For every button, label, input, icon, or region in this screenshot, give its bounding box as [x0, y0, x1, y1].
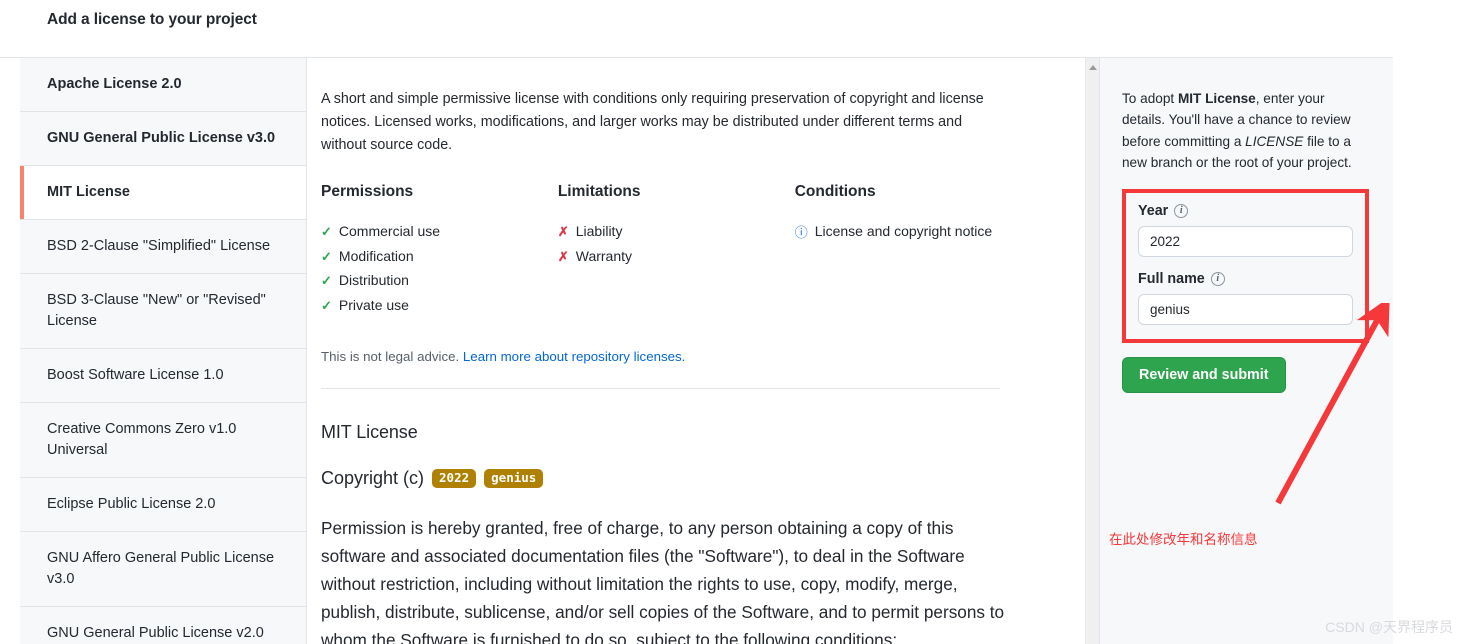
year-input[interactable] [1138, 225, 1353, 257]
name-token-chip: genius [484, 468, 544, 489]
permission-row: ✓ Private use [321, 293, 558, 317]
check-icon: ✓ [321, 297, 332, 313]
license-feature-grid: Permissions ✓ Commercial use ✓ Modificat… [321, 183, 1071, 316]
sidebar-item-gnu-agpl-v3[interactable]: GNU Affero General Public License v3.0 [20, 532, 306, 608]
check-icon: ✓ [321, 248, 332, 264]
sidebar-item-boost-software-license[interactable]: Boost Software License 1.0 [20, 349, 306, 404]
license-summary: A short and simple permissive license wi… [321, 91, 984, 154]
annotation-label: 在此处修改年和名称信息 [1109, 532, 1258, 547]
copyright-line: Copyright (c) 2022 genius [321, 468, 1011, 489]
cross-icon: ✗ [557, 224, 569, 240]
permission-row: ✓ Commercial use [321, 219, 558, 243]
limitation-row: ✗ Liability [558, 219, 795, 243]
limitation-label: Warranty [575, 247, 633, 264]
sidebar-item-mit-license[interactable]: MIT License [20, 166, 306, 221]
limitations-column: Limitations ✗ Liability ✗ Warranty [558, 183, 795, 316]
license-item-label: BSD 2-Clause "Simplified" License [47, 238, 271, 255]
sidebar-item-bsd-2-clause[interactable]: BSD 2-Clause "Simplified" License [20, 220, 306, 275]
fullname-field-label: Full name i [1138, 271, 1353, 287]
permission-label: Private use [338, 296, 409, 313]
page-header: Add a license to your project [0, 0, 1393, 58]
sidebar-item-gnu-gpl-v3[interactable]: GNU General Public License v3.0 [20, 112, 306, 167]
limitation-label: Liability [575, 223, 623, 240]
permission-label: Commercial use [338, 223, 441, 240]
license-item-label: Creative Commons Zero v1.0 Universal [47, 421, 237, 459]
permission-label: Modification [338, 247, 414, 264]
license-detail-panel: A short and simple permissive license wi… [307, 58, 1100, 644]
sidebar-item-gnu-gpl-v2[interactable]: GNU General Public License v2.0 [20, 607, 306, 644]
vertical-scrollbar[interactable] [1085, 58, 1099, 644]
license-paragraph: Permission is hereby granted, free of ch… [321, 517, 1005, 644]
scroll-up-arrow-icon[interactable] [1089, 65, 1097, 70]
info-icon[interactable]: i [1210, 271, 1225, 286]
license-detail-inner: A short and simple permissive license wi… [307, 58, 1099, 644]
limitation-row: ✗ Warranty [558, 244, 795, 268]
condition-label: License and copyright notice [814, 223, 993, 240]
license-item-label: Apache License 2.0 [47, 76, 182, 92]
adopt-file-name: LICENSE [1245, 133, 1304, 149]
license-item-label: Boost Software License 1.0 [47, 367, 224, 384]
conditions-column: Conditions ⓘ License and copyright notic… [795, 183, 1071, 316]
adopt-license-panel: To adopt MIT License, enter your details… [1100, 58, 1393, 644]
license-item-label: MIT License [47, 184, 130, 201]
license-details-form: Year i Full name i [1122, 188, 1369, 343]
legal-note: This is not legal advice. Learn more abo… [321, 349, 1071, 364]
adopt-license-name: MIT License [1177, 91, 1256, 106]
sidebar-item-eclipse-public-license[interactable]: Eclipse Public License 2.0 [20, 478, 306, 533]
cross-icon: ✗ [557, 248, 569, 264]
info-icon: ⓘ [794, 225, 808, 241]
license-body-title: MIT License [321, 421, 418, 442]
sidebar-item-cc0-v1[interactable]: Creative Commons Zero v1.0 Universal [20, 403, 306, 479]
license-item-label: Eclipse Public License 2.0 [47, 496, 216, 513]
legal-note-text: This is not legal advice. [321, 348, 463, 364]
adopt-instructions: To adopt MIT License, enter your details… [1122, 88, 1369, 174]
year-field-label: Year i [1138, 203, 1353, 219]
license-list-sidebar[interactable]: Apache License 2.0 GNU General Public Li… [20, 58, 307, 644]
license-item-label: GNU Affero General Public License v3.0 [47, 550, 275, 588]
watermark: CSDN @天界程序员 [1325, 619, 1453, 635]
fullname-input[interactable] [1138, 293, 1353, 325]
license-text-body: MIT License Copyright (c) 2022 genius Pe… [321, 422, 1011, 644]
license-item-label: BSD 3-Clause "New" or "Revised" License [47, 292, 266, 330]
license-item-label: GNU General Public License v3.0 [47, 130, 276, 147]
year-token-chip: 2022 [432, 468, 477, 489]
content-shell: Apache License 2.0 GNU General Public Li… [20, 58, 1393, 644]
repository-licenses-link[interactable]: Learn more about repository licenses. [463, 349, 685, 364]
license-item-label: GNU General Public License v2.0 [47, 625, 264, 642]
year-label-text: Year [1138, 202, 1169, 219]
permission-row: ✓ Modification [321, 244, 558, 268]
permissions-column: Permissions ✓ Commercial use ✓ Modificat… [321, 183, 558, 316]
conditions-heading: Conditions [794, 183, 876, 201]
page-title: Add a license to your project [47, 11, 257, 28]
permission-row: ✓ Distribution [321, 268, 558, 292]
permissions-heading: Permissions [321, 183, 414, 201]
license-picker-page: Add a license to your project Apache Lic… [0, 0, 1465, 644]
sidebar-item-bsd-3-clause[interactable]: BSD 3-Clause "New" or "Revised" License [20, 274, 306, 350]
condition-row: ⓘ License and copyright notice [795, 219, 1071, 243]
permission-label: Distribution [338, 272, 409, 289]
fullname-label-text: Full name [1138, 270, 1205, 287]
review-and-submit-button[interactable]: Review and submit [1122, 356, 1286, 393]
info-icon[interactable]: i [1174, 203, 1189, 218]
sidebar-item-apache-license-2-0[interactable]: Apache License 2.0 [20, 58, 306, 113]
limitations-heading: Limitations [557, 183, 641, 201]
check-icon: ✓ [321, 273, 332, 289]
section-divider [321, 387, 1000, 389]
check-icon: ✓ [321, 224, 332, 240]
adopt-text-part-1: To adopt [1122, 91, 1178, 106]
copyright-prefix: Copyright (c) [321, 467, 425, 488]
